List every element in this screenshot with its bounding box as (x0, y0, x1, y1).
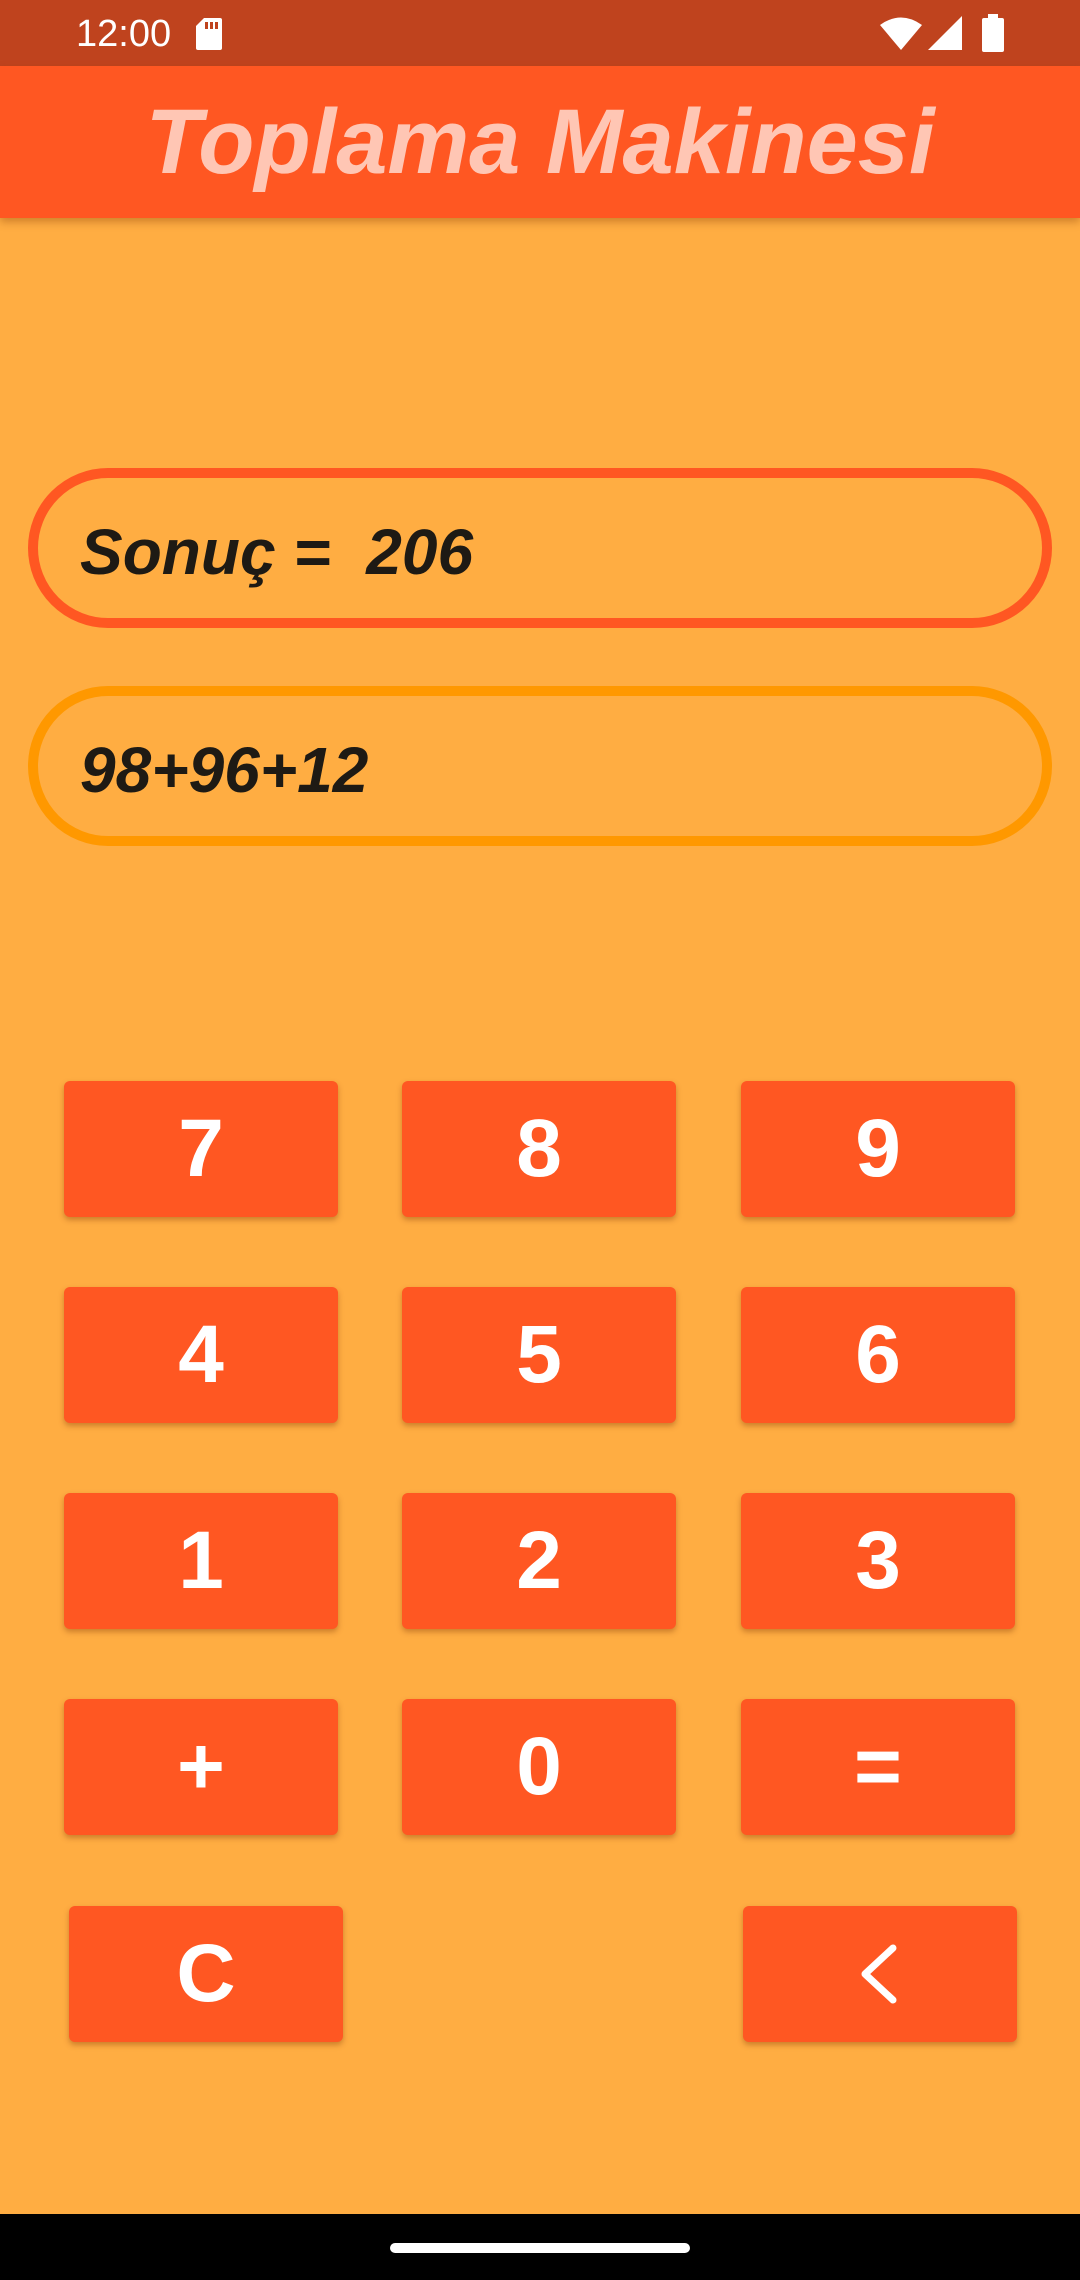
sd-card-icon (196, 18, 222, 50)
expression-text: 98+96+12 (80, 734, 369, 806)
result-field: Sonuç = 206 (28, 468, 1052, 628)
key-1-button[interactable]: 1 (64, 1493, 338, 1629)
app-bar: Toplama Makinesi (0, 66, 1080, 218)
equals-button[interactable]: = (741, 1699, 1015, 1835)
result-label: Sonuç = (80, 516, 349, 588)
chevron-left-icon (861, 1944, 897, 2004)
app-title: Toplama Makinesi (145, 91, 935, 193)
backspace-button[interactable] (743, 1906, 1017, 2042)
key-3-button[interactable]: 3 (741, 1493, 1015, 1629)
status-time: 12:00 (76, 13, 172, 55)
key-9-button[interactable]: 9 (741, 1081, 1015, 1217)
key-7-button[interactable]: 7 (64, 1081, 338, 1217)
key-2-button[interactable]: 2 (402, 1493, 676, 1629)
navigation-bar (0, 2214, 1080, 2280)
plus-button[interactable]: + (64, 1699, 338, 1835)
key-8-button[interactable]: 8 (402, 1081, 676, 1217)
status-bar: 12:00 (0, 0, 1080, 66)
key-5-button[interactable]: 5 (402, 1287, 676, 1423)
key-4-button[interactable]: 4 (64, 1287, 338, 1423)
clear-button[interactable]: C (69, 1906, 343, 2042)
signal-icon (928, 16, 962, 50)
expression-field[interactable]: 98+96+12 (28, 686, 1052, 846)
home-gesture-handle[interactable] (390, 2243, 690, 2253)
key-6-button[interactable]: 6 (741, 1287, 1015, 1423)
battery-icon (982, 14, 1004, 52)
result-value: 206 (366, 516, 474, 588)
wifi-icon (880, 17, 922, 50)
key-0-button[interactable]: 0 (402, 1699, 676, 1835)
